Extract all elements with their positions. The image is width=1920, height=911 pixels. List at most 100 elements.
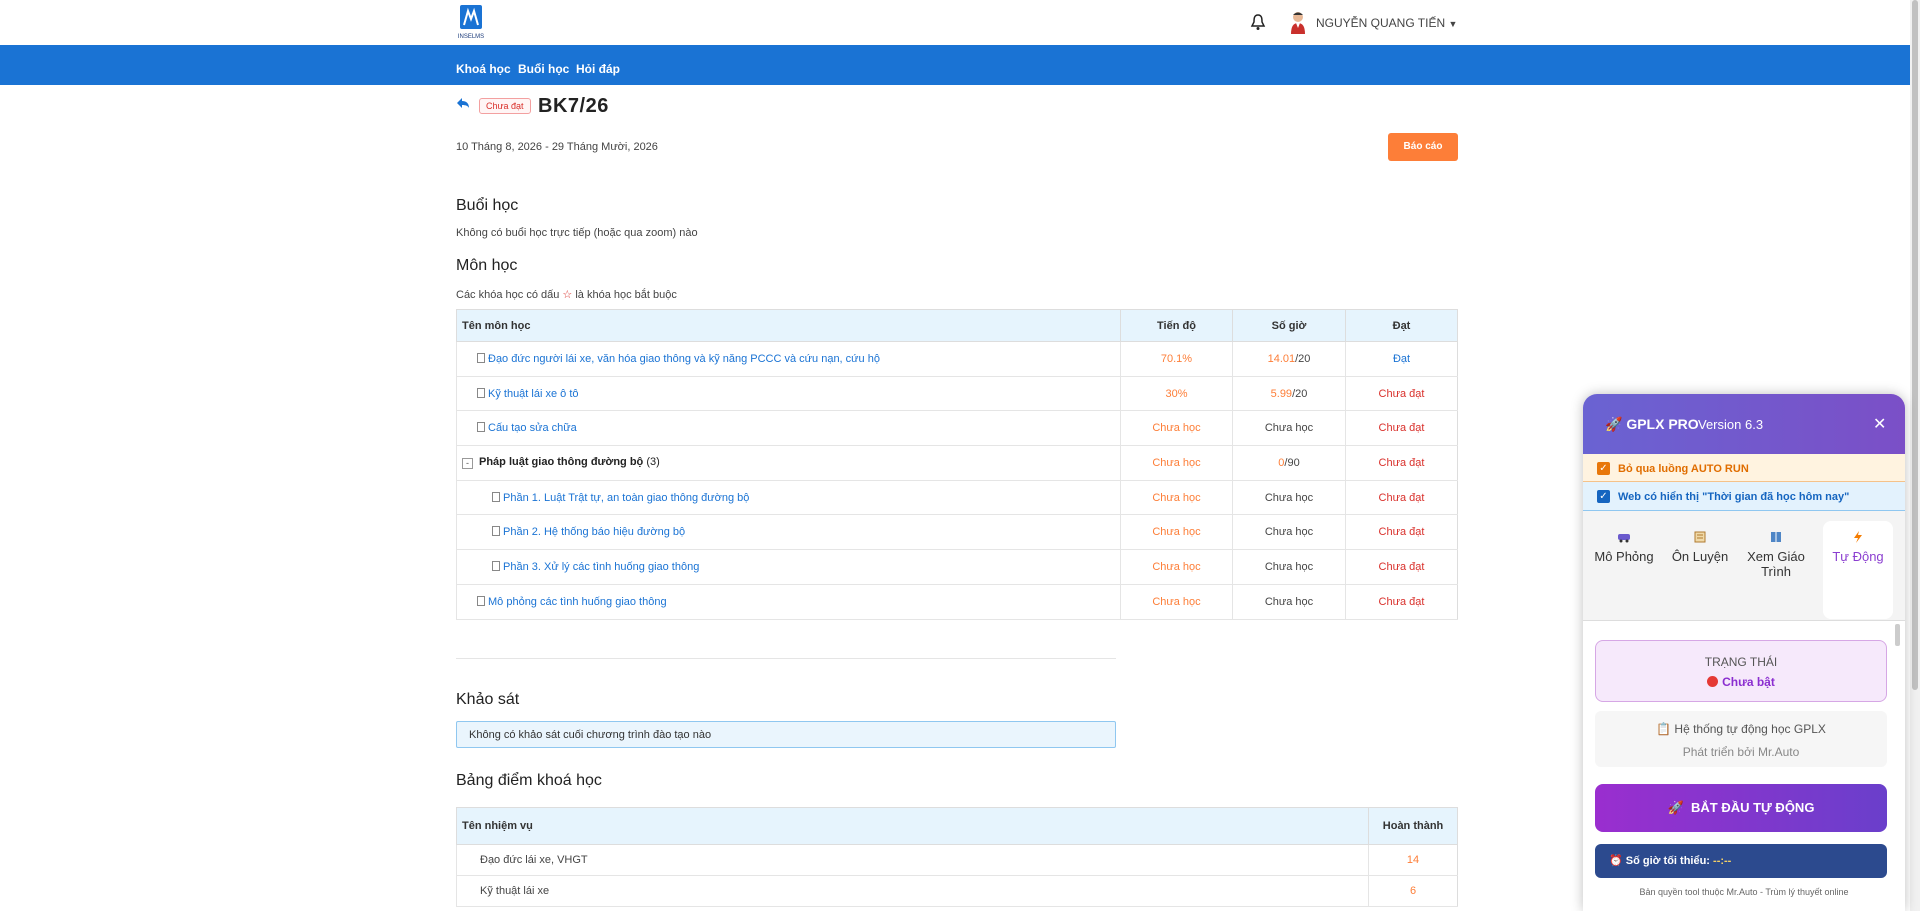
document-icon — [477, 387, 485, 398]
pass-cell: Chưa đạt — [1345, 410, 1458, 447]
subjects-heading: Môn học — [456, 257, 518, 274]
main-navbar: Khoá học Buổi học Hỏi đáp — [0, 45, 1920, 85]
hours-total: /20 — [1292, 387, 1308, 400]
mode-tab-auto[interactable]: Tự Động — [1823, 521, 1893, 619]
alarm-icon: ⏰ — [1609, 855, 1623, 867]
section-divider — [456, 658, 1116, 659]
report-button[interactable]: Báo cáo — [1388, 133, 1458, 161]
document-icon — [492, 526, 500, 537]
start-auto-button[interactable]: 🚀 BẮT ĐẦU TỰ ĐỘNG — [1595, 784, 1887, 832]
subject-link[interactable]: Kỹ thuật lái xe ô tô — [488, 388, 579, 400]
subject-link[interactable]: Cấu tạo sửa chữa — [488, 422, 577, 434]
mode-tab-simulation[interactable]: Mô Phỏng — [1589, 521, 1659, 619]
mode-tabs: Mô Phỏng Ôn Luyện Xem Giáo Trình Tự Động — [1583, 511, 1905, 621]
subject-name[interactable]: Pháp luật giao thông đường bộ — [479, 456, 643, 468]
nav-qa[interactable]: Hỏi đáp — [576, 62, 620, 76]
checkbox-skip-autorun[interactable]: ✓ — [1597, 462, 1610, 475]
col-pass: Đạt — [1345, 309, 1458, 342]
col-task-name: Tên nhiệm vụ — [455, 807, 1370, 845]
min-hours-value: --:-- — [1713, 855, 1732, 867]
subject-name-cell: Phần 3. Xử lý các tình huống giao thông — [456, 549, 1121, 585]
progress-cell: Chưa học — [1120, 445, 1233, 481]
progress-cell: Chưa học — [1120, 514, 1233, 551]
collapse-toggle-icon[interactable]: - — [462, 458, 473, 470]
nav-sessions[interactable]: Buổi học — [518, 62, 569, 76]
checkbox-show-time[interactable]: ✓ — [1597, 490, 1610, 503]
completed-cell: 6 — [1368, 875, 1458, 907]
document-icon — [477, 422, 485, 433]
status-badge: Chưa đạt — [479, 98, 531, 114]
subject-link[interactable]: Phần 2. Hệ thống báo hiệu đường bộ — [503, 526, 685, 538]
subject-name-cell: Kỹ thuật lái xe ô tô — [456, 376, 1121, 412]
panel-scrollbar[interactable] — [1895, 624, 1900, 646]
table-row: Mô phỏng các tình huống giao thông Chưa h… — [456, 584, 1458, 620]
subject-link[interactable]: Mô phỏng các tình huống giao thông — [488, 596, 667, 608]
progress-cell: 30% — [1120, 376, 1233, 412]
star-icon: ☆ — [562, 289, 573, 301]
user-menu[interactable]: NGUYỄN QUANG TIẾN ▼ — [1316, 16, 1457, 30]
red-dot-icon — [1707, 676, 1719, 687]
developer-line: Phát triển bởi Mr.Auto — [1682, 745, 1800, 759]
hours-total: /90 — [1284, 456, 1300, 469]
system-line: 📋 Hệ thống tự động học GPLX — [1656, 722, 1826, 736]
hours-cell: Chưa học — [1232, 480, 1346, 516]
hours-text: Chưa học — [1264, 491, 1314, 504]
subject-link[interactable]: Phần 1. Luật Trật tự, an toàn giao thông… — [503, 492, 749, 504]
col-progress: Tiến độ — [1120, 309, 1233, 342]
table-row: Cấu tạo sửa chữa Chưa học Chưa học Chưa đạt — [456, 410, 1458, 447]
mode-tab-textbook[interactable]: Xem Giáo Trình — [1741, 521, 1811, 619]
system-info: 📋 Hệ thống tự động học GPLX Phát triển b… — [1595, 711, 1887, 767]
table-row: Phần 1. Luật Trật tự, an toàn giao thông… — [456, 480, 1458, 516]
subject-name-cell: - Pháp luật giao thông đường bộ (3) — [456, 445, 1121, 481]
table-row: Phần 2. Hệ thống báo hiệu đường bộ Chưa h… — [456, 514, 1458, 551]
status-label: TRẠNG THÁI — [1704, 655, 1778, 669]
back-arrow-icon[interactable] — [456, 97, 470, 109]
subject-name-cell: Phần 2. Hệ thống báo hiệu đường bộ — [456, 514, 1121, 551]
sessions-heading: Buổi học — [456, 197, 519, 214]
table-row: Kỹ thuật lái xe ô tô 30% 5.99/20 Chưa đạt — [456, 376, 1458, 412]
col-subject-name: Tên môn học — [456, 309, 1121, 342]
document-icon — [477, 595, 485, 606]
page-scrollbar-thumb[interactable] — [1912, 0, 1918, 690]
mode-tab-practice[interactable]: Ôn Luyện — [1665, 521, 1735, 619]
pass-cell: Chưa đạt — [1345, 549, 1458, 585]
gplx-pro-panel: 🚀 GPLX PRO Version 6.3 ✕ ✓ Bỏ qua luồng … — [1583, 394, 1905, 911]
hours-cell: 14.01/20 — [1232, 341, 1346, 377]
hours-total: /20 — [1295, 352, 1311, 365]
progress-cell: 70.1% — [1120, 341, 1233, 377]
completed-cell: 14 — [1368, 844, 1458, 876]
pass-cell: Chưa đạt — [1345, 480, 1458, 516]
close-icon[interactable]: ✕ — [1873, 414, 1886, 434]
subject-link[interactable]: Đạo đức người lái xe, văn hóa giao thông… — [488, 353, 880, 365]
subject-name-cell: Phần 1. Luật Trật tự, an toàn giao thông… — [456, 480, 1121, 516]
option-show-time[interactable]: ✓ Web có hiển thị "Thời gian đã học hôm … — [1583, 482, 1905, 511]
option-skip-autorun[interactable]: ✓ Bỏ qua luồng AUTO RUN — [1583, 454, 1905, 482]
hours-text: Chưa học — [1264, 422, 1314, 435]
bell-icon[interactable] — [1250, 13, 1266, 31]
col-completed: Hoàn thành — [1368, 807, 1458, 845]
subject-name-cell: Đạo đức người lái xe, văn hóa giao thông… — [456, 341, 1121, 377]
document-icon — [492, 560, 500, 571]
panel-version: Version 6.3 — [1698, 417, 1764, 432]
hours-done: 14.01 — [1267, 352, 1296, 365]
table-row: - Pháp luật giao thông đường bộ (3) Chưa h… — [456, 445, 1458, 481]
task-name-cell: Đạo đức lái xe, VHGT — [455, 844, 1369, 876]
course-dates: 10 Tháng 8, 2026 - 29 Tháng Mười, 2026 — [456, 141, 658, 153]
rocket-icon: 🚀 — [1605, 416, 1623, 432]
hours-cell: Chưa học — [1232, 584, 1346, 620]
subject-name-cell: Cấu tạo sửa chữa — [456, 410, 1121, 447]
hours-text: Chưa học — [1264, 560, 1314, 573]
svg-text:INSELMS: INSELMS — [458, 34, 484, 40]
min-hours-bar: ⏰ Số giờ tối thiểu: --:-- — [1595, 844, 1887, 878]
clipboard-icon: 📋 — [1656, 722, 1672, 736]
subject-link[interactable]: Phần 3. Xử lý các tình huống giao thông — [503, 561, 699, 573]
nav-courses[interactable]: Khoá học — [456, 62, 511, 76]
grades-heading: Bảng điểm khoá học — [456, 772, 602, 789]
status-box: TRẠNG THÁI Chưa bật — [1595, 640, 1887, 702]
status-value: Chưa bật — [1596, 675, 1886, 689]
site-logo[interactable]: INSELMS — [456, 3, 486, 41]
survey-empty-alert: Không có khảo sát cuối chương trình đào … — [456, 721, 1116, 748]
hours-done: 5.99 — [1270, 387, 1293, 400]
avatar[interactable] — [1289, 10, 1307, 34]
progress-cell: Chưa học — [1120, 480, 1233, 516]
